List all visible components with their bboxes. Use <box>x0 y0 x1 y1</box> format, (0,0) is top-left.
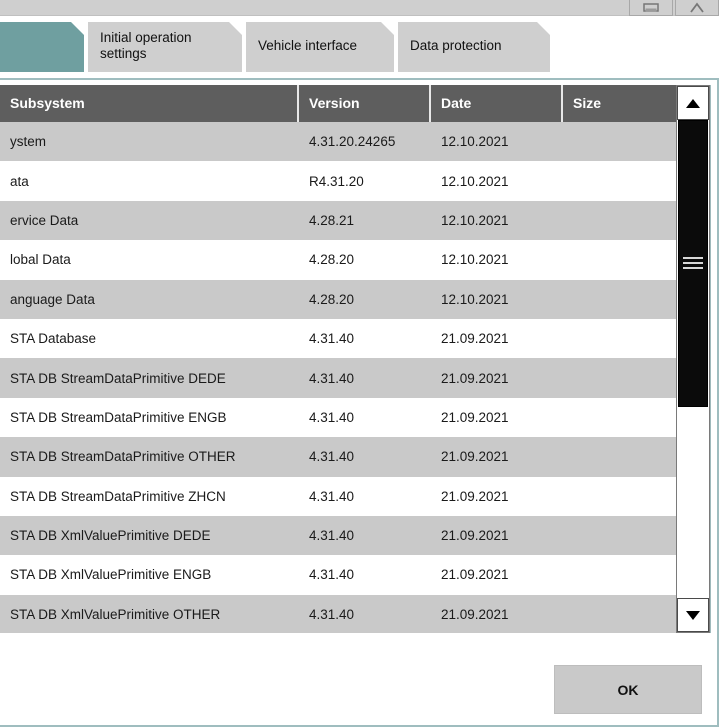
triangle-up-icon <box>686 98 700 108</box>
scroll-down-button[interactable] <box>677 598 709 632</box>
column-header-subsystem[interactable]: Subsystem <box>0 85 299 122</box>
cell-version: 4.31.40 <box>309 528 355 544</box>
scrollbar-track[interactable] <box>677 120 709 598</box>
cell-date: 21.09.2021 <box>441 370 509 386</box>
vertical-scrollbar[interactable] <box>676 85 710 633</box>
cell-subsystem: ata <box>10 173 29 189</box>
cell-version: 4.31.40 <box>309 488 355 504</box>
minimize-button[interactable] <box>629 0 673 16</box>
dialog-window: Initial operation settings Vehicle inter… <box>0 0 719 727</box>
cell-version: R4.31.20 <box>309 173 364 189</box>
table-row[interactable]: ervice Data 4.28.21 12.10.2021 <box>0 200 710 241</box>
cell-subsystem: ystem <box>10 134 47 150</box>
cell-version: 4.31.40 <box>309 409 355 425</box>
cell-date: 21.09.2021 <box>441 528 509 544</box>
table-row[interactable]: STA Database 4.31.40 21.09.2021 <box>0 318 710 359</box>
tab-initial-operation-settings-label: Initial operation settings <box>100 30 192 61</box>
cell-date: 21.09.2021 <box>441 606 509 622</box>
table-row[interactable]: ystem 4.31.20.24265 12.10.2021 <box>0 122 710 162</box>
table-row[interactable]: STA DB StreamDataPrimitive OTHER 4.31.40 2… <box>0 437 710 477</box>
cell-date: 21.09.2021 <box>441 409 509 425</box>
tab-data-protection[interactable]: Data protection <box>398 22 550 72</box>
table-row[interactable]: STA DB XmlValuePrimitive ENGB 4.31.40 21.0… <box>0 555 710 595</box>
cell-subsystem: STA DB StreamDataPrimitive ENGB <box>10 409 227 425</box>
cell-version: 4.31.40 <box>309 370 355 386</box>
cell-version: 4.31.40 <box>309 449 355 465</box>
table-row[interactable]: ata R4.31.20 12.10.2021 <box>0 161 710 201</box>
cell-version: 4.31.20.24265 <box>309 134 396 150</box>
cell-subsystem: STA DB XmlValuePrimitive DEDE <box>10 528 211 544</box>
tab-bar: Initial operation settings Vehicle inter… <box>0 16 719 78</box>
tab-initial-operation-settings[interactable]: Initial operation settings <box>88 22 242 72</box>
column-header-size[interactable]: Size <box>563 85 669 122</box>
cell-date: 21.09.2021 <box>441 449 509 465</box>
cell-date: 12.10.2021 <box>441 134 509 150</box>
scroll-up-button[interactable] <box>677 86 709 120</box>
cell-date: 12.10.2021 <box>441 173 509 189</box>
cell-subsystem: lobal Data <box>10 252 71 268</box>
cell-date: 21.09.2021 <box>441 488 509 504</box>
tab-active[interactable] <box>0 22 84 72</box>
close-button[interactable] <box>675 0 719 16</box>
cell-subsystem: STA DB StreamDataPrimitive DEDE <box>10 370 226 386</box>
tab-vehicle-interface[interactable]: Vehicle interface <box>246 22 394 72</box>
tab-vehicle-interface-label: Vehicle interface <box>258 38 358 53</box>
dialog-footer: OK <box>0 633 711 723</box>
cell-subsystem: ervice Data <box>10 212 79 228</box>
cell-date: 21.09.2021 <box>441 331 509 347</box>
cell-subsystem: STA Database <box>10 331 97 347</box>
dialog-top-edge <box>0 78 717 80</box>
table-row[interactable]: anguage Data 4.28.20 12.10.2021 <box>0 279 710 319</box>
cell-version: 4.31.40 <box>309 606 355 622</box>
cell-subsystem: anguage Data <box>10 291 95 307</box>
scrollbar-thumb[interactable] <box>678 120 708 407</box>
table-row[interactable]: lobal Data 4.28.20 12.10.2021 <box>0 240 710 280</box>
triangle-down-icon <box>686 610 700 620</box>
table-row[interactable]: STA DB StreamDataPrimitive DEDE 4.31.40 21… <box>0 358 710 398</box>
column-header-version[interactable]: Version <box>299 85 431 122</box>
cell-date: 12.10.2021 <box>441 291 509 307</box>
cell-date: 21.09.2021 <box>441 567 509 583</box>
cell-subsystem: STA DB XmlValuePrimitive ENGB <box>10 567 212 583</box>
cell-version: 4.31.40 <box>309 567 355 583</box>
cell-version: 4.28.20 <box>309 252 355 268</box>
cell-version: 4.28.20 <box>309 291 355 307</box>
table-row[interactable]: STA DB XmlValuePrimitive DEDE 4.31.40 21.0… <box>0 515 710 556</box>
table-row[interactable]: STA DB XmlValuePrimitive OTHER 4.31.40 21.… <box>0 594 710 633</box>
title-bar <box>0 0 719 16</box>
cell-subsystem: STA DB StreamDataPrimitive OTHER <box>10 449 236 465</box>
window-controls <box>629 0 719 16</box>
table-body: ystem 4.31.20.24265 12.10.2021 ata R4.31.20 1… <box>0 122 710 633</box>
cell-subsystem: STA DB XmlValuePrimitive OTHER <box>10 606 221 622</box>
cell-version: 4.31.40 <box>309 331 355 347</box>
cell-subsystem: STA DB StreamDataPrimitive ZHCN <box>10 488 226 504</box>
table-row[interactable]: STA DB StreamDataPrimitive ZHCN 4.31.40 21… <box>0 476 710 516</box>
table-row[interactable]: STA DB StreamDataPrimitive ENGB 4.31.40 21… <box>0 397 710 438</box>
column-header-date[interactable]: Date <box>431 85 563 122</box>
cell-date: 12.10.2021 <box>441 252 509 268</box>
scrollbar-grip-icon <box>683 254 703 272</box>
ok-button[interactable]: OK <box>554 665 702 714</box>
cell-date: 12.10.2021 <box>441 212 509 228</box>
cell-version: 4.28.21 <box>309 212 355 228</box>
subsystem-table: Subsystem Version Date Size ystem 4.31.20… <box>0 85 711 633</box>
tab-data-protection-label: Data protection <box>410 38 502 53</box>
table-header-row: Subsystem Version Date Size <box>0 85 710 122</box>
